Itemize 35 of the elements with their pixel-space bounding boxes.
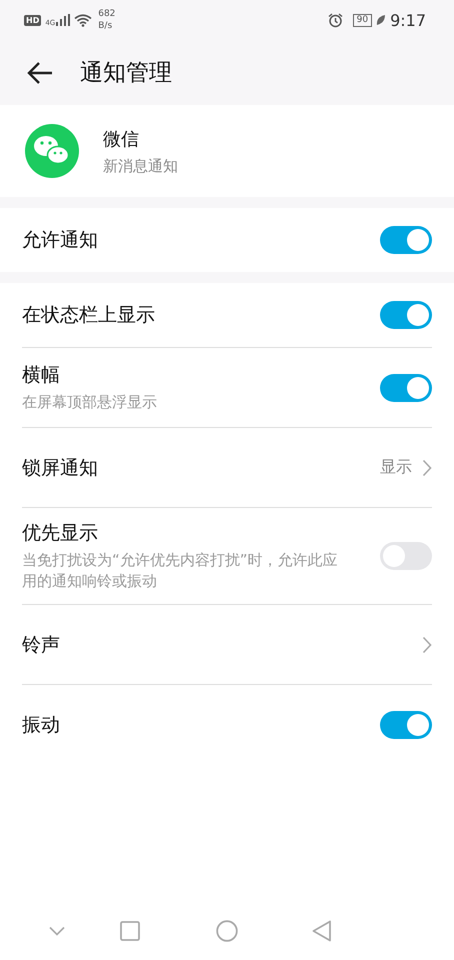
app-name: 微信 [103, 128, 140, 150]
wifi-icon [74, 14, 92, 26]
setting-description: 在屏幕顶部悬浮显示 [22, 392, 157, 413]
app-subtitle: 新消息通知 [103, 156, 178, 176]
toggle-switch[interactable] [380, 301, 432, 329]
toggle-switch[interactable] [380, 374, 432, 402]
back-icon[interactable] [26, 60, 54, 84]
setting-label: 铃声 [22, 632, 60, 658]
chat-bubbles-icon [25, 124, 79, 178]
setting-description: 当免打扰设为“允许优先内容打扰”时，允许此应用的通知响铃或振动 [22, 550, 339, 592]
page-title: 通知管理 [80, 59, 172, 88]
setting-value: 显示 [380, 457, 412, 478]
clock-time: 9:17 [390, 10, 426, 30]
network-speed: 682 [98, 8, 116, 20]
back-nav-icon[interactable] [312, 920, 332, 942]
signal-icon [56, 14, 70, 26]
home-icon[interactable] [216, 920, 238, 942]
collapse-icon[interactable] [49, 926, 65, 936]
setting-label: 锁屏通知 [22, 456, 98, 480]
toggle-switch[interactable] [380, 710, 432, 738]
hd-badge: HD [24, 14, 42, 26]
recents-icon[interactable] [120, 921, 140, 941]
chevron-right-icon[interactable] [422, 636, 432, 654]
setting-label: 振动 [22, 712, 60, 738]
chevron-right-icon[interactable] [422, 458, 432, 476]
setting-label: 允许通知 [22, 228, 98, 253]
setting-label: 在状态栏上显示 [22, 303, 155, 328]
speed-unit: B/s [98, 20, 114, 32]
setting-label: 优先显示 [22, 521, 99, 546]
setting-label: 横幅 [22, 363, 61, 388]
leaf-icon [376, 14, 386, 26]
toggle-switch[interactable] [380, 542, 432, 570]
toggle-switch[interactable] [380, 226, 432, 254]
battery-indicator: 90 [352, 14, 372, 26]
alarm-icon [328, 12, 343, 28]
